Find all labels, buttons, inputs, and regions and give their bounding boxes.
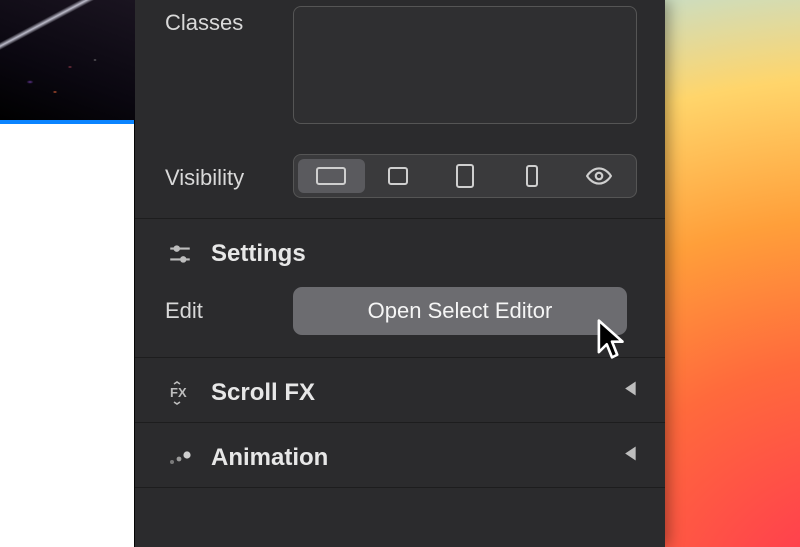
settings-title: Settings	[211, 240, 306, 268]
visibility-desktop[interactable]	[298, 159, 365, 193]
visibility-segmented-control	[293, 154, 637, 198]
classes-label: Classes	[165, 6, 275, 36]
canvas-sliver	[0, 0, 135, 547]
open-select-editor-button[interactable]: Open Select Editor	[293, 287, 627, 335]
eye-icon	[586, 163, 612, 189]
visibility-row: Visibility	[135, 148, 665, 204]
settings-section: Settings Edit Open Select Editor	[135, 219, 665, 357]
animation-icon	[165, 443, 195, 473]
phone-icon	[526, 165, 538, 187]
scroll-fx-section[interactable]: FX Scroll FX	[135, 357, 665, 422]
custom-attributes-section[interactable]	[135, 487, 665, 505]
inspector-panel: Classes Visibility	[135, 0, 665, 547]
expand-toggle[interactable]	[625, 444, 637, 467]
visibility-tablet[interactable]	[432, 159, 499, 193]
animation-title: Animation	[211, 444, 328, 472]
scroll-fx-title: Scroll FX	[211, 379, 315, 407]
classes-row: Classes	[135, 0, 665, 130]
selection-highlight	[0, 120, 134, 124]
canvas-thumbnail[interactable]	[0, 0, 135, 120]
svg-text:FX: FX	[170, 385, 187, 400]
visibility-label: Visibility	[165, 161, 275, 191]
laptop-icon	[388, 167, 408, 185]
settings-header: Settings	[135, 219, 665, 283]
visibility-phone[interactable]	[498, 159, 565, 193]
sliders-icon	[165, 239, 195, 269]
app-window: Classes Visibility	[0, 0, 665, 547]
visibility-preview[interactable]	[565, 159, 632, 193]
desktop-icon	[316, 167, 346, 185]
visibility-laptop[interactable]	[365, 159, 432, 193]
tablet-icon	[456, 164, 474, 188]
classes-input[interactable]	[293, 6, 637, 124]
edit-label: Edit	[165, 298, 275, 324]
animation-section[interactable]: Animation	[135, 422, 665, 487]
edit-row: Edit Open Select Editor	[135, 283, 665, 357]
scroll-fx-icon: FX	[165, 378, 195, 408]
expand-toggle[interactable]	[625, 379, 637, 402]
